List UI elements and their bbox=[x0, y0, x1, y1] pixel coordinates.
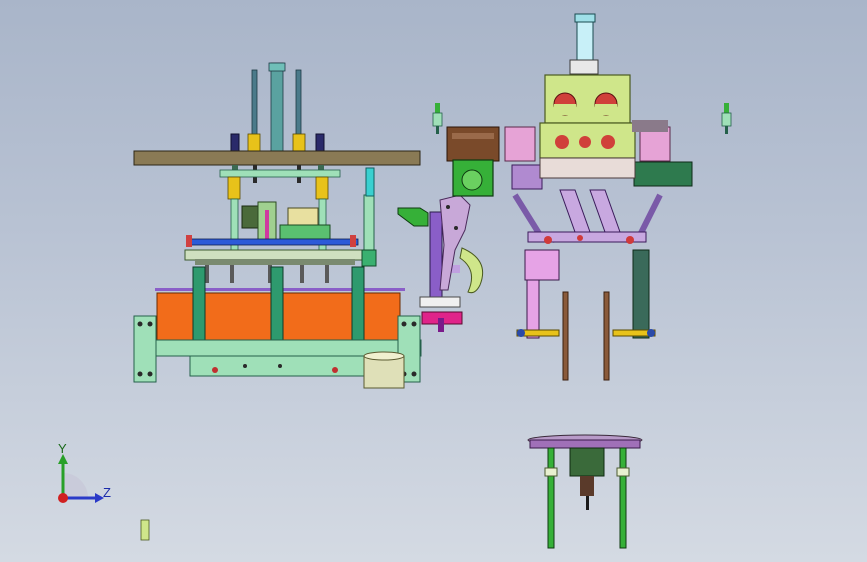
left-station[interactable] bbox=[133, 62, 422, 389]
y-axis-label: Y bbox=[58, 441, 67, 456]
gripper-station[interactable] bbox=[446, 13, 693, 381]
loose-pin-bottom[interactable] bbox=[140, 519, 150, 541]
turntable-station[interactable] bbox=[527, 434, 643, 549]
z-axis-label: Z bbox=[103, 485, 111, 500]
loose-pin-right[interactable] bbox=[721, 103, 732, 134]
coordinate-triad-icon bbox=[58, 454, 104, 503]
middle-linkage[interactable] bbox=[397, 194, 484, 332]
assembly-model[interactable] bbox=[0, 0, 867, 562]
cad-viewport[interactable]: Y Z bbox=[0, 0, 867, 562]
loose-pin-left[interactable] bbox=[432, 103, 443, 134]
